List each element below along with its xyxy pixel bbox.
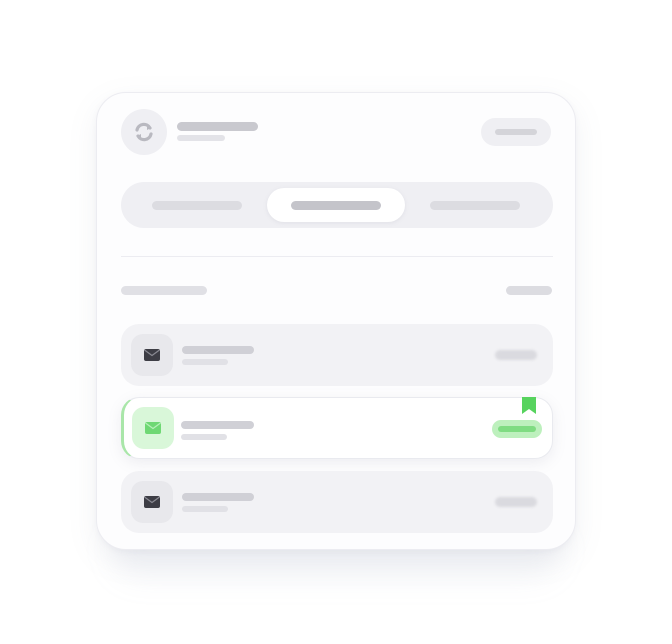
list-item[interactable] [121, 324, 553, 386]
item-subtitle-placeholder [182, 359, 228, 365]
tab-1[interactable] [128, 188, 266, 222]
list-item-selected[interactable] [121, 397, 553, 459]
divider [121, 256, 553, 257]
item-amount-placeholder [495, 497, 537, 507]
mail-card [96, 92, 576, 550]
envelope-icon-tile [132, 407, 174, 449]
header-title-placeholder [177, 122, 258, 131]
item-title-placeholder [181, 421, 254, 429]
section-action-placeholder[interactable] [506, 286, 552, 295]
status-badge-fill [498, 426, 536, 432]
list-item[interactable] [121, 471, 553, 533]
item-title-placeholder [182, 493, 254, 501]
status-badge [492, 420, 542, 438]
tab-bar [121, 182, 553, 228]
envelope-icon [145, 422, 161, 434]
envelope-icon [144, 349, 160, 361]
envelope-icon-tile [131, 334, 173, 376]
sync-logo-icon [121, 109, 167, 155]
tab-3-label-placeholder [430, 201, 520, 210]
tab-2-label-placeholder [291, 201, 381, 210]
bookmark-icon[interactable] [521, 397, 537, 415]
header-subtitle-placeholder [177, 135, 225, 141]
item-subtitle-placeholder [181, 434, 227, 440]
header-action-pill[interactable] [481, 118, 551, 146]
item-amount-placeholder [495, 350, 537, 360]
tab-1-label-placeholder [152, 201, 242, 210]
header-action-label-placeholder [495, 129, 537, 135]
tab-2[interactable] [267, 188, 405, 222]
item-subtitle-placeholder [182, 506, 228, 512]
section-title-placeholder [121, 286, 207, 295]
envelope-icon [144, 496, 160, 508]
envelope-icon-tile [131, 481, 173, 523]
item-title-placeholder [182, 346, 254, 354]
stage [0, 0, 672, 644]
sync-logo-glyph [135, 122, 153, 142]
tab-3[interactable] [406, 188, 544, 222]
